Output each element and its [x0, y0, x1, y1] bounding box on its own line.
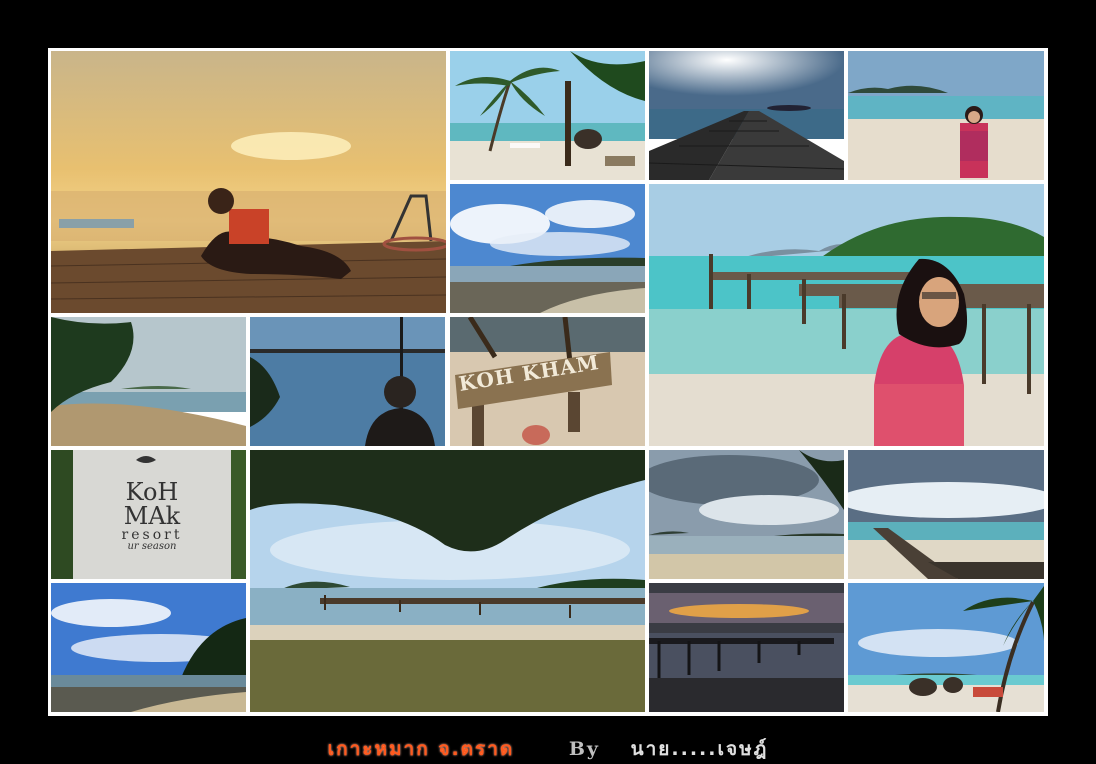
photo-cloudy-shore [450, 184, 645, 313]
collage-caption: เกาะหมาก จ.ตราด By นาย.....เจษฎ์ [0, 734, 1096, 762]
photo-dusk-jetty [649, 583, 844, 712]
caption-author: นาย.....เจษฎ์ [630, 738, 769, 760]
resort-sign-line1: KoH [125, 478, 179, 506]
photo-woman-jetty [649, 184, 1044, 446]
resort-sign-line2: MAk [123, 502, 181, 530]
photo-tree-framed-jetty [250, 450, 645, 712]
photo-woman-beach [848, 51, 1044, 180]
photo-long-jetty-clouds [848, 450, 1044, 579]
caption-title: เกาะหมาก จ.ตราด [327, 738, 515, 760]
photo-window-reflection [250, 317, 445, 446]
photo-curved-bay [51, 317, 246, 446]
photo-sunset-deck [51, 51, 446, 313]
photo-koh-kham-sign: KOH KHAM [450, 317, 645, 446]
photo-jetty-sun [649, 51, 844, 180]
photo-palm-lounge-chairs [848, 583, 1044, 712]
resort-sign-line4: ur season [127, 541, 177, 552]
resort-sign-text: KoH MAk resort ur season [73, 480, 231, 552]
photo-stormy-shore-palm [649, 450, 844, 579]
photo-resort-sign: KoH MAk resort ur season [51, 450, 246, 579]
caption-by: By [568, 738, 600, 760]
photo-palm-beach-chairs [450, 51, 645, 180]
resort-sign-line3: resort [121, 527, 183, 543]
photo-rocky-shore-sky [51, 583, 246, 712]
